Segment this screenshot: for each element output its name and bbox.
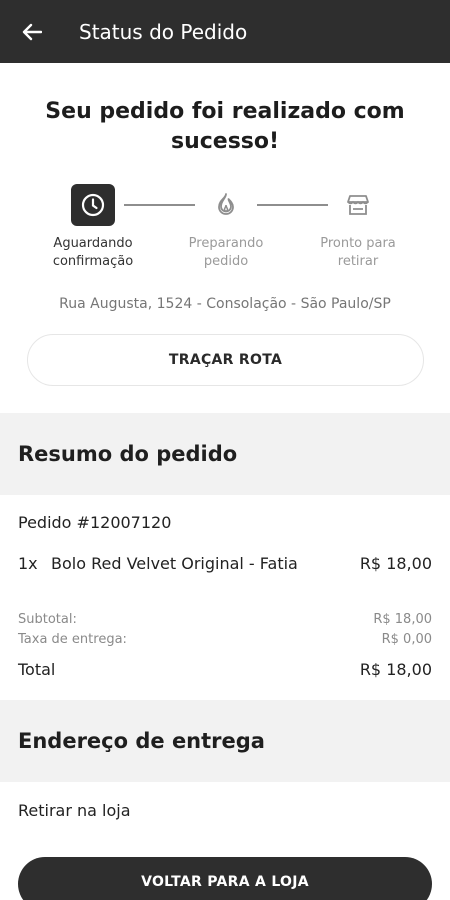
page-title: Status do Pedido [79, 19, 248, 44]
delivery-address-heading: Endereço de entrega [0, 700, 450, 782]
delivery-address-value: Retirar na loja [18, 801, 131, 820]
delivery-fee-value: R$ 0,00 [381, 632, 432, 647]
total-label: Total [18, 660, 56, 679]
list-item: 1x Bolo Red Velvet Original - Fatia R$ 1… [18, 554, 432, 573]
flame-icon [218, 193, 234, 215]
back-to-store-button[interactable]: VOLTAR PARA A LOJA [18, 857, 432, 900]
item-quantity: 1x [18, 554, 38, 573]
delivery-fee-row: Taxa de entrega: R$ 0,00 [18, 632, 432, 647]
total-row: Total R$ 18,00 [18, 660, 432, 679]
step-1-clock-icon [71, 184, 115, 226]
item-name: Bolo Red Velvet Original - Fatia [51, 554, 298, 573]
step-3-label: Pronto para retirar [320, 236, 396, 269]
success-title: Seu pedido foi realizado com sucesso! [45, 99, 405, 154]
app-bar: Status do Pedido [0, 0, 450, 63]
total-value: R$ 18,00 [359, 660, 432, 679]
order-number: Pedido #12007120 [18, 513, 172, 532]
step-1-label: Aguardando confirmação [52, 236, 134, 269]
clock-icon [81, 193, 105, 217]
step-connector [257, 204, 328, 206]
store-address: Rua Augusta, 1524 - Consolação - São Pau… [59, 296, 391, 312]
subtotal-value: R$ 18,00 [373, 612, 432, 627]
store-icon [347, 195, 369, 215]
summary-heading: Resumo do pedido [0, 413, 450, 495]
step-3-store-icon [336, 184, 380, 226]
step-2-label: Preparando pedido [188, 236, 264, 269]
item-price: R$ 18,00 [359, 554, 432, 573]
subtotal-row: Subtotal: R$ 18,00 [18, 612, 432, 627]
step-2-flame-icon [204, 184, 248, 226]
trace-route-button[interactable]: TRAÇAR ROTA [27, 334, 424, 386]
subtotal-label: Subtotal: [18, 612, 77, 627]
order-progress: Aguardando confirmação Preparando pedido… [0, 184, 450, 274]
back-button[interactable] [0, 0, 64, 63]
step-connector [124, 204, 195, 206]
arrow-left-icon [22, 23, 42, 40]
delivery-fee-label: Taxa de entrega: [18, 632, 127, 647]
